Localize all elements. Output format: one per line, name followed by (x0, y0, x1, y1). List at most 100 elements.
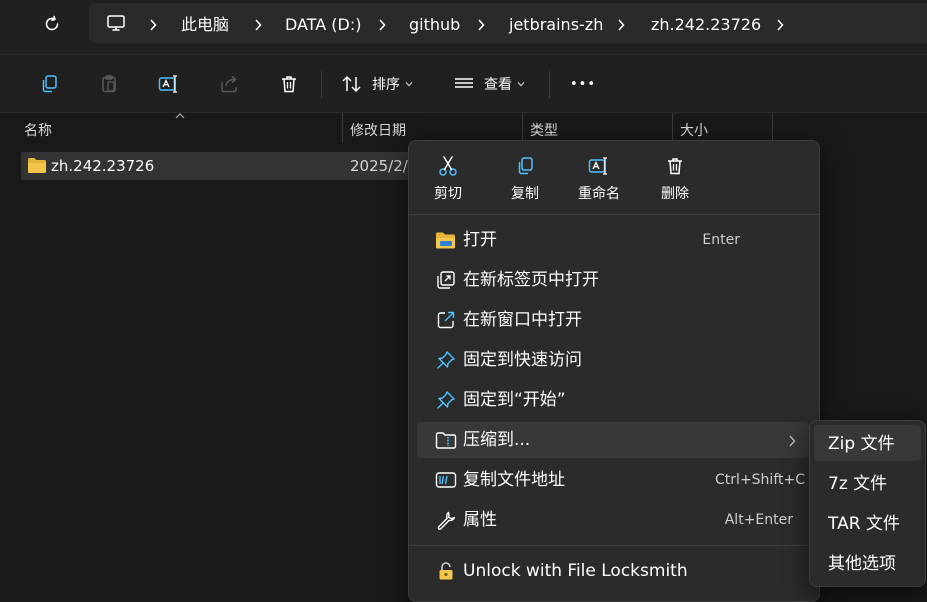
copy-button[interactable]: 复制 (510, 153, 540, 209)
submenu-item-label: 其他选项 (828, 554, 896, 574)
cut-label: 剪切 (434, 186, 462, 202)
menu-item-shortcut: Alt+Enter (724, 512, 793, 528)
submenu-item-label: TAR 文件 (828, 514, 900, 534)
rename-button[interactable] (151, 67, 187, 101)
this-pc-icon[interactable] (106, 13, 126, 33)
rename-label: 重命名 (578, 186, 620, 202)
menu-item-copy-path[interactable]: 复制文件地址 Ctrl+Shift+C (417, 462, 809, 498)
menu-item-label: 压缩到... (463, 430, 531, 450)
chevron-right-icon (789, 435, 796, 447)
more-options-button[interactable]: ••• (570, 71, 596, 97)
sort-button[interactable]: 排序 (341, 71, 413, 97)
submenu-item-label: 7z 文件 (828, 474, 888, 494)
share-icon (221, 75, 237, 93)
share-button[interactable] (211, 67, 247, 101)
folder-icon (28, 158, 46, 173)
column-divider[interactable] (672, 113, 673, 143)
view-label: 查看 (484, 77, 512, 93)
paste-icon (102, 75, 116, 93)
menu-item-label: 固定到“开始” (463, 390, 566, 410)
refresh-button[interactable] (36, 8, 68, 40)
menu-item-open[interactable]: 打开 Enter (417, 222, 809, 258)
menu-item-open-new-tab[interactable]: 在新标签页中打开 (417, 262, 809, 298)
menu-item-label: 在新窗口中打开 (463, 310, 582, 330)
toolbar-divider (549, 71, 550, 98)
file-row[interactable]: zh.242.23726 2025/2/ (21, 152, 419, 180)
cut-button[interactable]: 剪切 (433, 153, 463, 209)
column-header-type[interactable]: 类型 (530, 120, 558, 140)
menu-divider (409, 214, 819, 215)
menu-item-label: 固定到快速访问 (463, 350, 582, 370)
rename-icon (158, 75, 177, 93)
chevron-right-icon[interactable] (475, 15, 487, 35)
copy-path-icon (435, 470, 457, 490)
view-list-icon (455, 78, 473, 88)
paste-button[interactable] (91, 67, 127, 101)
compress-submenu: Zip 文件 7z 文件 TAR 文件 其他选项 (809, 420, 926, 587)
menu-item-properties[interactable]: 属性 Alt+Enter (417, 502, 809, 538)
column-divider[interactable] (342, 113, 343, 143)
menu-item-open-new-window[interactable]: 在新窗口中打开 (417, 302, 809, 338)
menu-item-label: 打开 (463, 230, 497, 250)
column-header-size[interactable]: 大小 (680, 120, 708, 140)
view-button[interactable]: 查看 (453, 71, 525, 97)
menu-item-label: Unlock with File Locksmith (463, 561, 688, 581)
wrench-icon (435, 510, 457, 530)
breadcrumb-current-folder[interactable]: zh.242.23726 (651, 15, 761, 35)
menu-item-shortcut: Enter (702, 232, 740, 248)
command-bar: 排序 查看 ••• (0, 55, 927, 113)
column-header-modified[interactable]: 修改日期 (350, 120, 406, 140)
archive-icon (435, 430, 457, 450)
chevron-right-icon[interactable] (147, 15, 159, 35)
menu-item-pin-quick-access[interactable]: 固定到快速访问 (417, 342, 809, 378)
sort-icon (342, 75, 361, 93)
delete-label: 删除 (661, 186, 689, 202)
refresh-icon (45, 15, 59, 31)
column-divider[interactable] (772, 113, 773, 143)
new-tab-icon (435, 270, 457, 290)
copy-icon (510, 153, 540, 179)
sort-ascending-icon (175, 113, 185, 119)
copy-icon (42, 75, 57, 93)
delete-button[interactable]: 删除 (660, 153, 690, 209)
address-bar-area: 此电脑 DATA (D:) github jetbrains-zh zh.242… (0, 0, 927, 55)
submenu-item-label: Zip 文件 (828, 434, 895, 454)
breadcrumb-drive[interactable]: DATA (D:) (285, 15, 362, 35)
chevron-right-icon[interactable] (252, 15, 264, 35)
column-divider[interactable] (522, 113, 523, 143)
pin-icon (435, 390, 457, 410)
trash-icon (282, 76, 296, 93)
menu-item-label: 复制文件地址 (463, 470, 565, 490)
menu-item-label: 在新标签页中打开 (463, 270, 599, 290)
file-modified-date: 2025/2/ (350, 157, 408, 175)
menu-item-compress-to[interactable]: 压缩到... (417, 422, 809, 458)
file-name[interactable]: zh.242.23726 (51, 157, 154, 175)
lock-icon (435, 561, 457, 581)
submenu-item-other-options[interactable]: 其他选项 (814, 545, 921, 581)
chevron-right-icon[interactable] (376, 15, 388, 35)
menu-item-label: 属性 (463, 510, 497, 530)
menu-item-file-locksmith[interactable]: Unlock with File Locksmith (417, 553, 809, 589)
menu-divider (409, 545, 819, 546)
chevron-right-icon[interactable] (774, 15, 786, 35)
submenu-item-tar[interactable]: TAR 文件 (814, 505, 921, 541)
pin-icon (435, 350, 457, 370)
menu-item-pin-start[interactable]: 固定到“开始” (417, 382, 809, 418)
breadcrumb-this-pc[interactable]: 此电脑 (181, 15, 229, 35)
chevron-down-icon (517, 82, 525, 87)
menu-item-shortcut: Ctrl+Shift+C (715, 472, 805, 488)
toolbar-divider (321, 71, 322, 98)
breadcrumb-github[interactable]: github (409, 15, 460, 35)
sort-label: 排序 (372, 77, 400, 93)
scissors-icon (433, 153, 463, 179)
column-header-name[interactable]: 名称 (24, 120, 52, 140)
copy-button[interactable] (31, 67, 67, 101)
chevron-right-icon[interactable] (615, 15, 627, 35)
submenu-item-zip[interactable]: Zip 文件 (814, 425, 921, 461)
chevron-down-icon (405, 82, 413, 87)
submenu-item-7z[interactable]: 7z 文件 (814, 465, 921, 501)
breadcrumb-jetbrains-zh[interactable]: jetbrains-zh (509, 15, 603, 35)
rename-button[interactable]: 重命名 (578, 153, 620, 209)
address-bar[interactable]: 此电脑 DATA (D:) github jetbrains-zh zh.242… (89, 3, 927, 43)
delete-button[interactable] (271, 67, 307, 101)
